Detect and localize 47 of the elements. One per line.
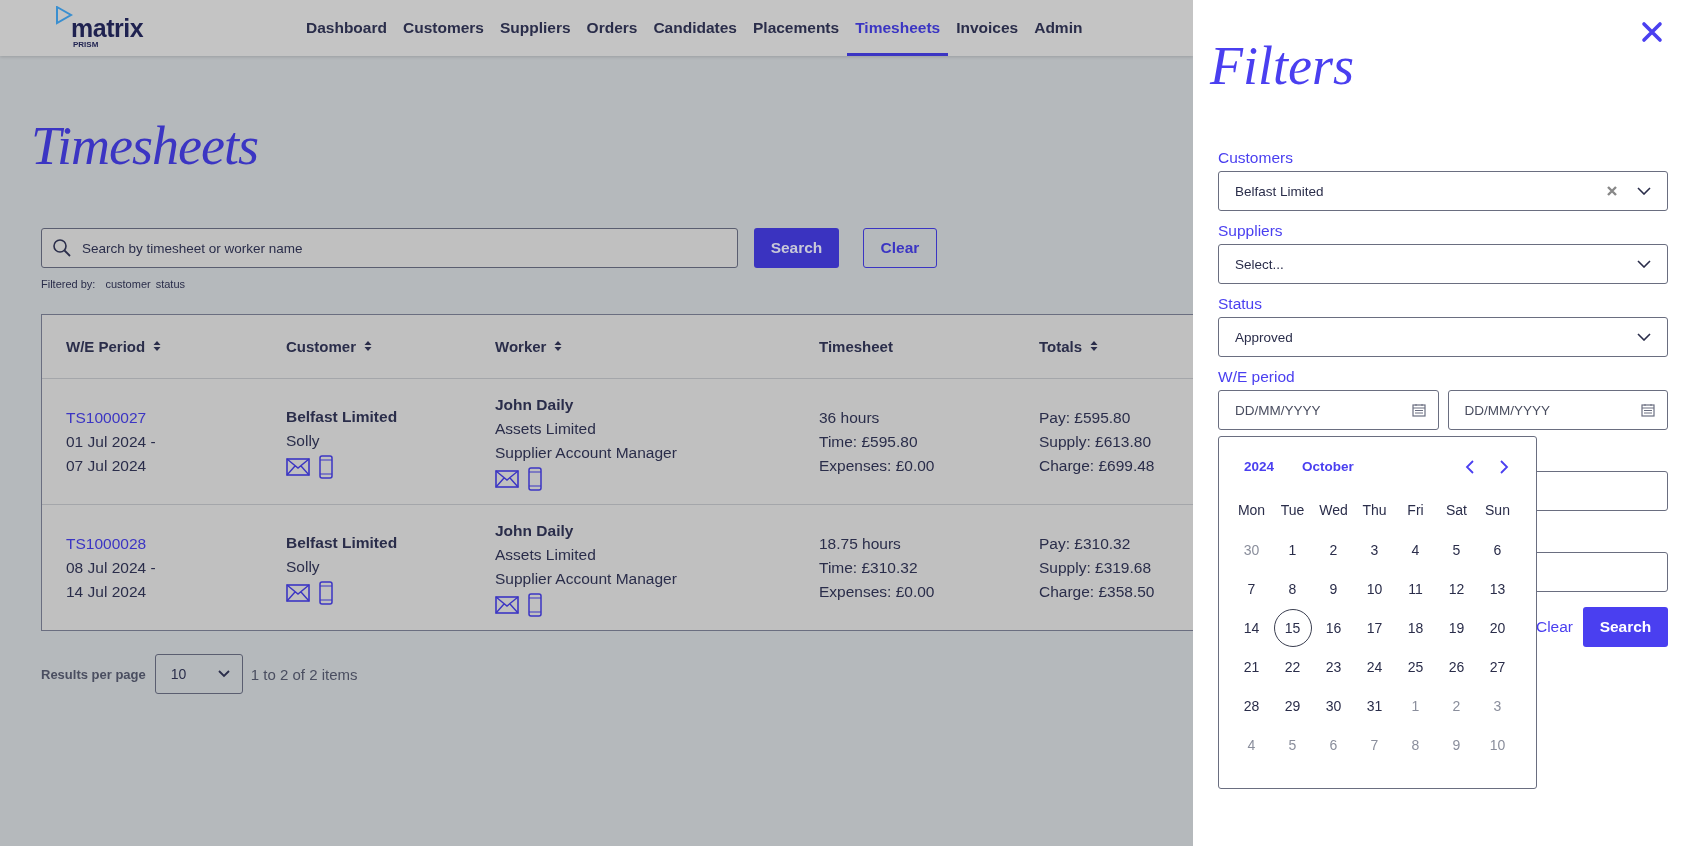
period-text: 07 Jul 2024 — [66, 455, 147, 476]
contact-name: Solly — [286, 556, 320, 577]
weekday-label: Wed — [1319, 502, 1348, 518]
weekday-label: Mon — [1237, 502, 1266, 518]
period-text: 08 Jul 2024 - — [66, 557, 156, 578]
timesheet-detail: Expenses: £0.00 — [819, 581, 935, 602]
worker-name: John Daily — [495, 520, 574, 541]
total-amount: Charge: £699.48 — [1039, 455, 1155, 476]
worker-detail: Supplier Account Manager — [495, 442, 677, 463]
filter-tag: customer — [105, 278, 151, 290]
total-amount: Supply: £613.80 — [1039, 431, 1152, 452]
worker-detail: Assets Limited — [495, 418, 596, 439]
timesheet-detail: 36 hours — [819, 407, 880, 428]
timesheet-detail: Expenses: £0.00 — [819, 455, 935, 476]
worker-name: John Daily — [495, 394, 574, 415]
filtered-by-label: Filtered by: — [41, 278, 96, 290]
results-summary: 1 to 2 of 2 items — [250, 665, 358, 683]
total-amount: Pay: £310.32 — [1039, 533, 1131, 554]
field-label: Status — [1218, 295, 1262, 313]
logo-subtitle: PRISM — [73, 40, 99, 49]
timesheet-detail: Time: £595.80 — [819, 431, 918, 452]
period-text: 01 Jul 2024 - — [66, 431, 156, 452]
weekday-label: Sat — [1446, 502, 1467, 518]
panel-title: Filters — [1210, 36, 1354, 96]
weekday-label: Sun — [1485, 502, 1510, 518]
weekday-label: Thu — [1362, 502, 1387, 518]
page-title: Timesheets — [31, 116, 258, 176]
total-amount: Supply: £319.68 — [1039, 557, 1152, 578]
weekday-label: Fri — [1407, 502, 1424, 518]
results-per-page-label: Results per page — [41, 666, 146, 682]
customer-name: Belfast Limited — [286, 406, 398, 427]
field-label: W/E period — [1218, 368, 1295, 386]
worker-detail: Supplier Account Manager — [495, 568, 677, 589]
weekday-label: Tue — [1280, 502, 1305, 518]
total-amount: Pay: £595.80 — [1039, 407, 1131, 428]
logo-wordmark: matrix — [71, 14, 144, 42]
worker-detail: Assets Limited — [495, 544, 596, 565]
total-amount: Charge: £358.50 — [1039, 581, 1155, 602]
timesheet-detail: Time: £310.32 — [819, 557, 918, 578]
period-text: 14 Jul 2024 — [66, 581, 147, 602]
field-label: Customers — [1218, 149, 1293, 167]
search-placeholder: Search by timesheet or worker name — [82, 240, 303, 256]
filter-tag: status — [155, 278, 186, 290]
field-label: Suppliers — [1218, 222, 1283, 240]
timesheet-detail: 18.75 hours — [819, 533, 901, 554]
contact-name: Solly — [286, 430, 320, 451]
customer-name: Belfast Limited — [286, 532, 398, 553]
